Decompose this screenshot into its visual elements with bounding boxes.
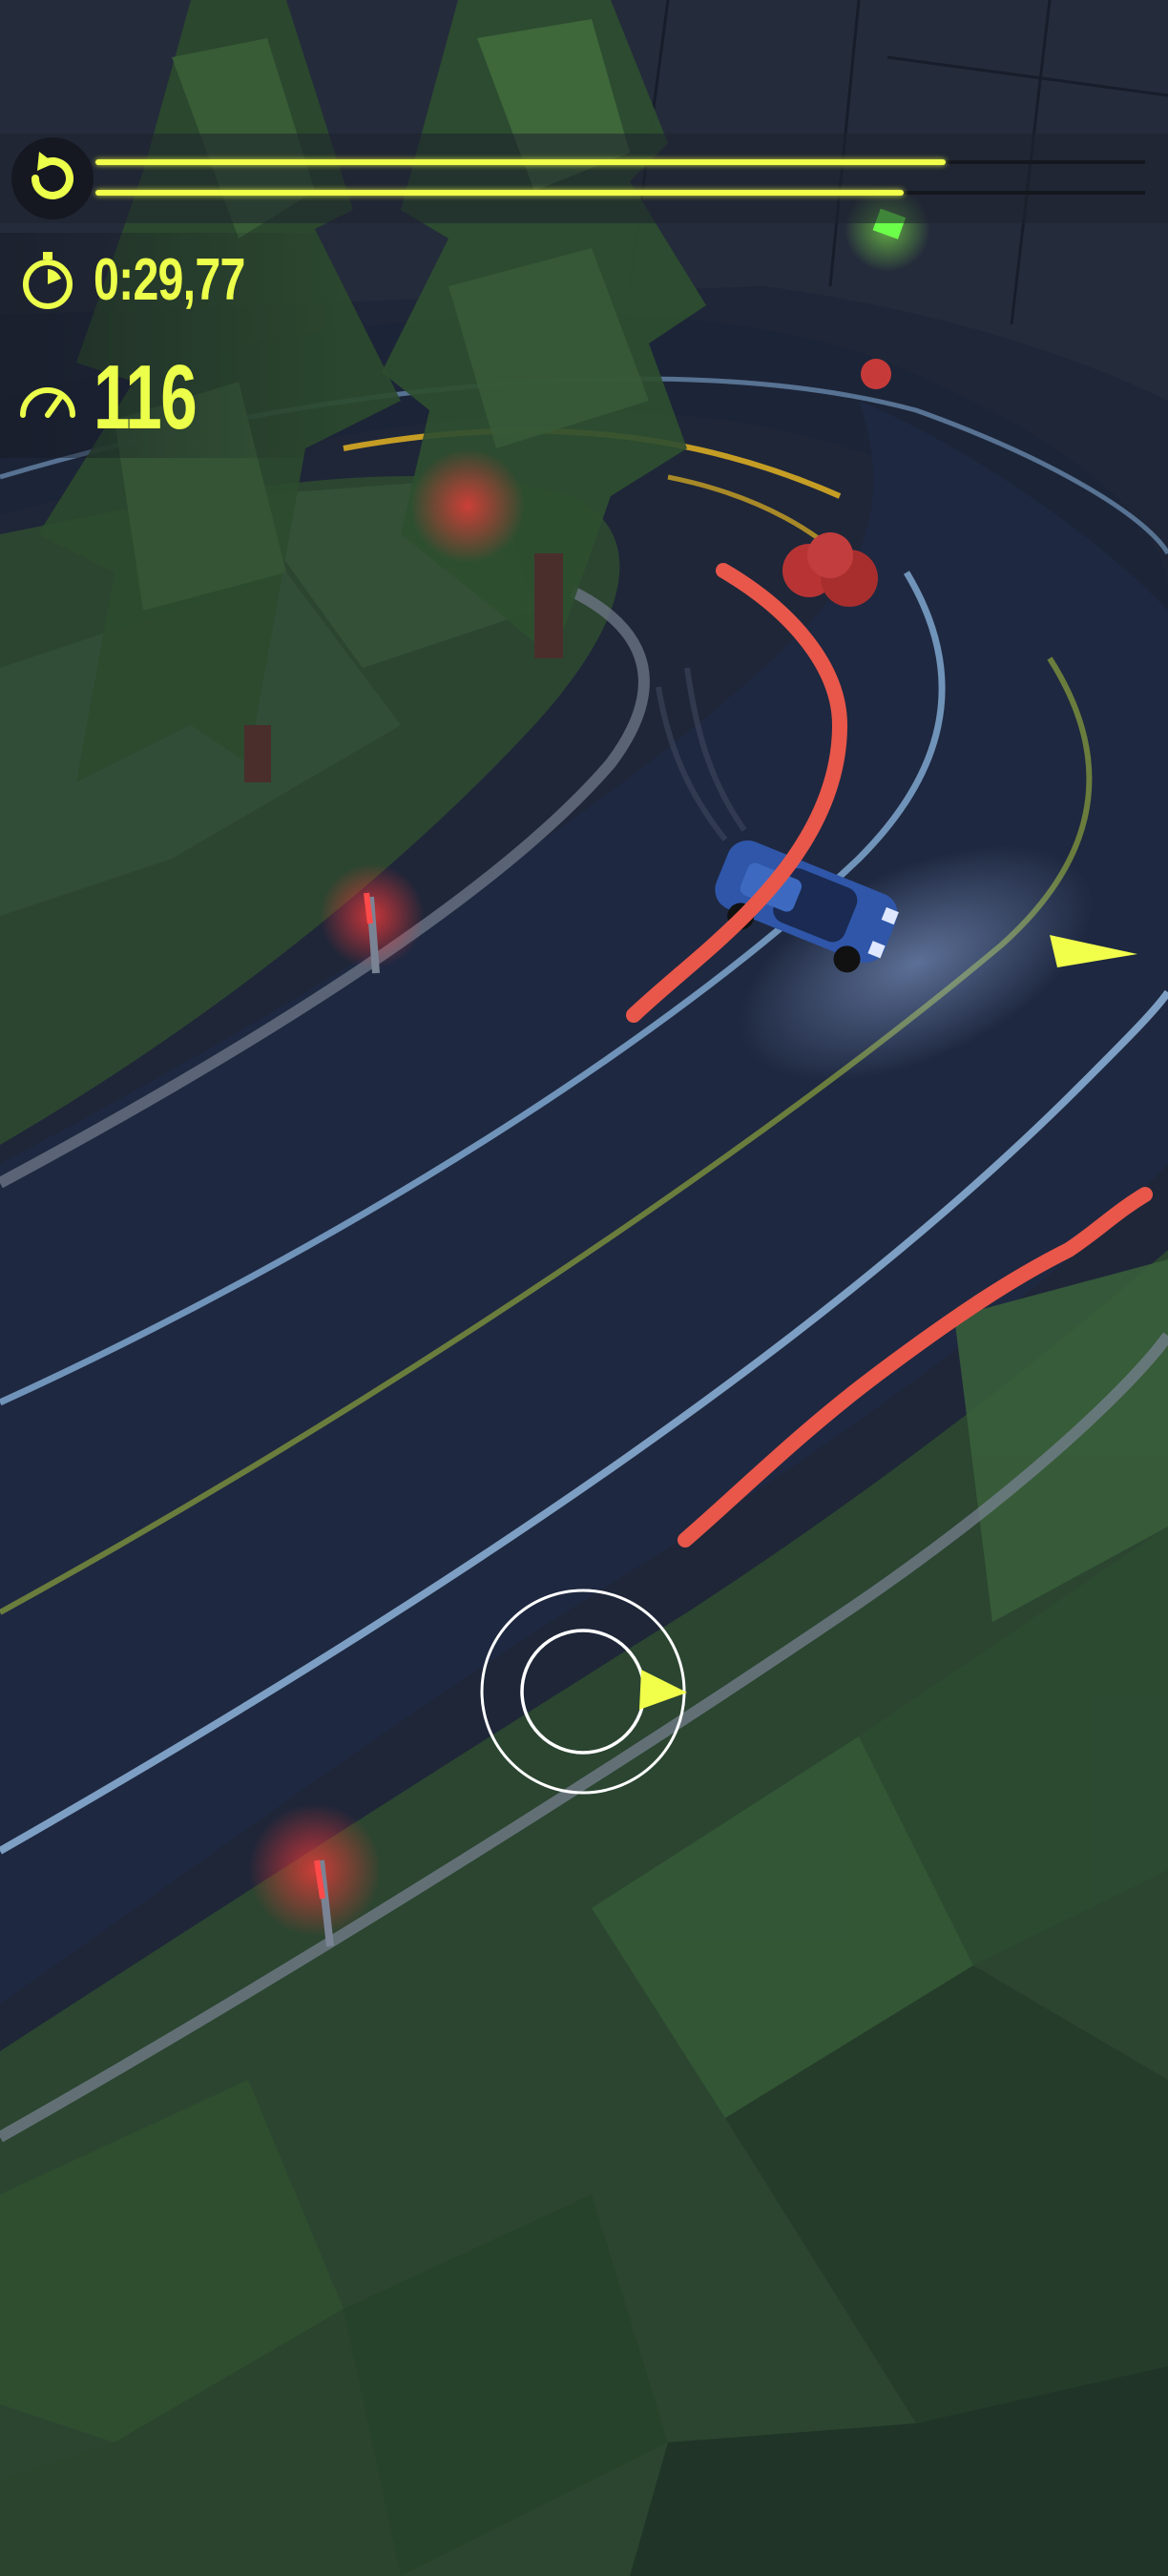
red-ball xyxy=(861,359,891,389)
progress-fill-bottom xyxy=(95,190,904,196)
joystick-ring-icon xyxy=(480,1589,687,1795)
speed-display: 116 xyxy=(17,345,236,450)
restart-icon xyxy=(31,152,73,199)
red-light-glow xyxy=(410,448,525,563)
timer-value: 0:29,77 xyxy=(94,247,245,313)
game-screen: 0:29,77 116 xyxy=(0,0,1168,2576)
restart-button[interactable] xyxy=(11,137,94,219)
speedometer-icon xyxy=(20,387,75,418)
progress-track-top xyxy=(95,159,1145,165)
progress-fill-top xyxy=(95,159,946,165)
timer-display: 0:29,77 xyxy=(17,246,287,314)
speed-value: 116 xyxy=(94,346,198,448)
stopwatch-icon xyxy=(23,251,73,309)
progress-hud xyxy=(0,134,1168,223)
progress-track-bottom xyxy=(95,190,1145,196)
joystick-direction-icon xyxy=(639,1670,687,1710)
red-light-glow xyxy=(248,1803,382,1937)
steering-joystick[interactable] xyxy=(479,1588,687,1796)
